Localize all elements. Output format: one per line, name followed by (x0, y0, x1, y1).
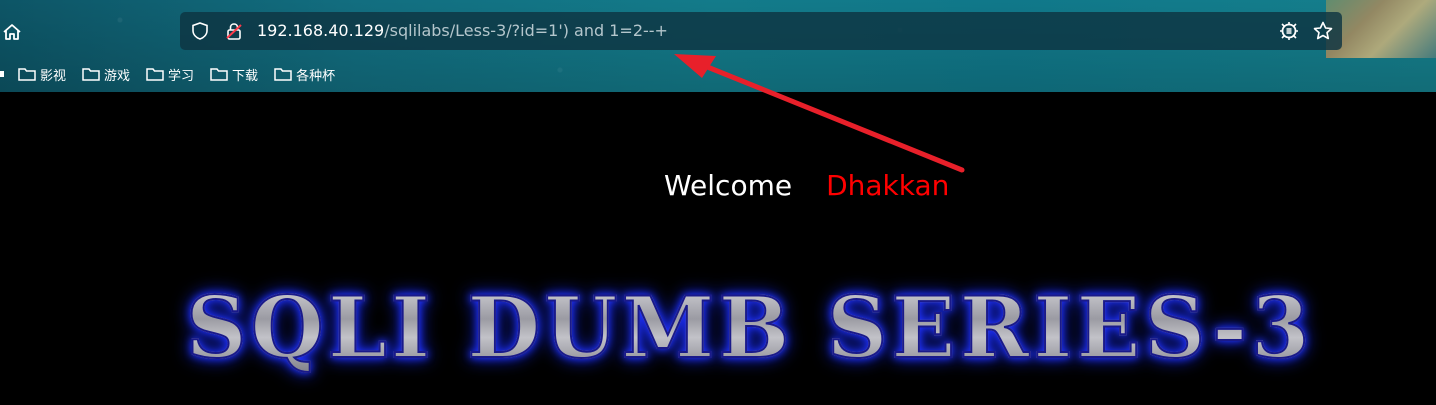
bookmark-label: 各种杯 (296, 68, 336, 84)
bookmark-label: 学习 (168, 68, 195, 84)
overflow-icon (0, 71, 4, 77)
bookmark-star-icon[interactable] (1312, 20, 1334, 42)
folder-icon (210, 68, 228, 81)
bookmarks-toolbar: 影视 游戏 学习 下载 各种杯 (0, 62, 351, 86)
extension-icon[interactable] (1278, 20, 1300, 42)
url-path: /sqlilabs/Less-3/?id=1') and 1=2--+ (384, 21, 668, 40)
folder-icon (274, 68, 292, 81)
shield-icon[interactable] (190, 21, 210, 41)
bookmark-folder-4[interactable]: 下载 (210, 65, 258, 84)
url-text[interactable]: 192.168.40.129/sqlilabs/Less-3/?id=1') a… (257, 21, 668, 41)
bookmark-folder-2[interactable]: 游戏 (82, 65, 130, 84)
series-banner: SQLI DUMB SERIES-3 (185, 278, 1314, 377)
bookmark-folder-5[interactable]: 各种杯 (274, 65, 335, 84)
welcome-message: Welcome Dhakkan (664, 170, 949, 202)
welcome-label: Welcome (664, 169, 793, 202)
insecure-lock-icon[interactable] (224, 21, 244, 41)
browser-chrome: 192.168.40.129/sqlilabs/Less-3/?id=1') a… (0, 0, 1436, 92)
bookmark-folder-3[interactable]: 学习 (146, 65, 194, 84)
bookmark-folder-1[interactable]: 影视 (18, 65, 66, 84)
theme-decoration (1326, 0, 1436, 58)
bookmark-label: 游戏 (104, 68, 131, 84)
bookmark-label: 下载 (232, 68, 259, 84)
folder-icon (18, 68, 36, 81)
folder-icon (146, 68, 164, 81)
bookmark-label: 影视 (40, 68, 67, 84)
bookmarks-overflow[interactable] (0, 66, 6, 82)
folder-icon (82, 68, 100, 81)
home-button[interactable] (0, 18, 24, 46)
address-bar[interactable]: 192.168.40.129/sqlilabs/Less-3/?id=1') a… (180, 12, 1342, 50)
user-name: Dhakkan (826, 169, 950, 202)
home-icon (3, 24, 21, 40)
url-host: 192.168.40.129 (257, 21, 385, 40)
